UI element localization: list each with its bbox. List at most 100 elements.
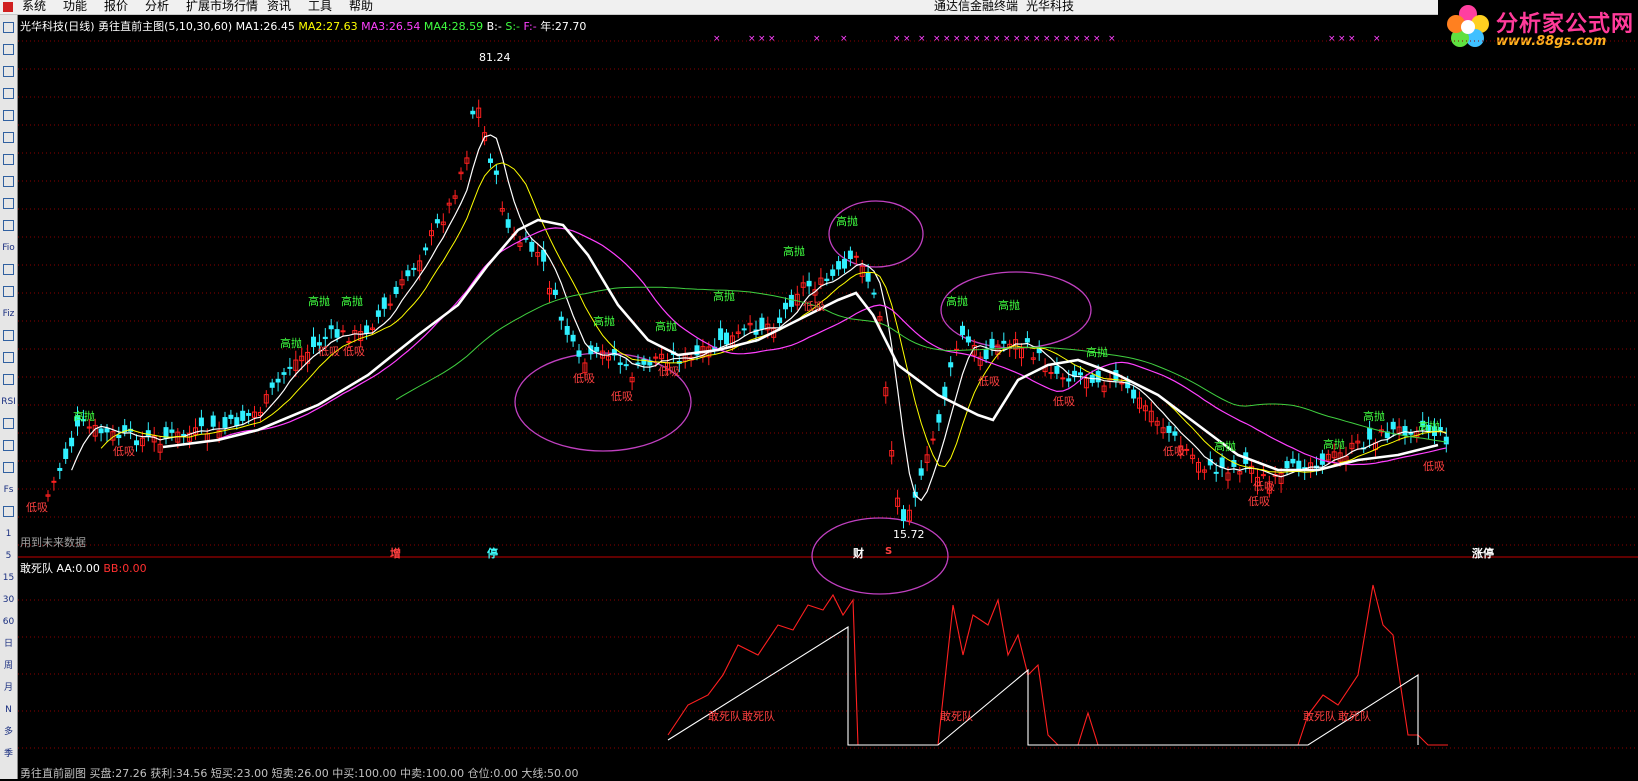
- toolbar-tool-icon[interactable]: [1, 107, 16, 125]
- toolbar-button-32[interactable]: 多: [1, 723, 16, 741]
- toolbar-tool-icon[interactable]: [1, 19, 16, 37]
- kline-chart[interactable]: 高抛高抛高抛 高抛高抛 高抛高抛高抛高抛高抛 高抛高抛高抛 高抛高抛高抛低吸低吸低吸 低吸…: [18, 15, 1638, 779]
- toolbar-button-29[interactable]: 周: [1, 657, 16, 675]
- stock-name: 光华科技(日线): [20, 20, 95, 33]
- toolbar-tool-icon[interactable]: [1, 437, 16, 455]
- toolbar-tool-icon[interactable]: [1, 173, 16, 191]
- candle-body: [51, 480, 57, 483]
- toolbar-tool-icon[interactable]: [1, 41, 16, 59]
- f-value: -: [532, 20, 537, 33]
- candle-body: [69, 437, 75, 447]
- candle-body: [983, 348, 989, 360]
- menu-item-function[interactable]: 功能: [63, 0, 87, 13]
- toolbar-tool-icon[interactable]: [1, 415, 16, 433]
- window-title: 通达信金融终端: [934, 0, 1019, 13]
- team-signal-label: 敢死队: [742, 709, 775, 723]
- menu-item-news[interactable]: 资讯: [267, 0, 291, 13]
- aa-value: 0.00: [75, 562, 100, 575]
- candle-body: [1290, 458, 1296, 464]
- menu-item-analysis[interactable]: 分析: [145, 0, 169, 13]
- toolbar-tool-icon[interactable]: [1, 349, 16, 367]
- toolbar-button-33[interactable]: 季: [1, 745, 16, 763]
- signal-sell-label: 高抛: [341, 294, 363, 308]
- toolbar-button-17[interactable]: RSI: [1, 393, 16, 411]
- candle-body: [901, 509, 906, 522]
- candle-body: [1402, 426, 1408, 436]
- signal-sell-label: 高抛: [73, 409, 95, 423]
- top-signal-mark: ×: [1083, 34, 1091, 44]
- candle-body: [210, 415, 216, 427]
- candle-body: [269, 382, 275, 388]
- signal-buy-label: 低吸: [1053, 395, 1075, 408]
- candle-body: [340, 330, 346, 333]
- toolbar-button-24[interactable]: 5: [1, 547, 16, 565]
- marker-s: S: [885, 546, 893, 557]
- candle-body: [788, 294, 794, 307]
- toolbar-button-21[interactable]: Fs: [1, 481, 16, 499]
- candle-body: [393, 286, 399, 295]
- toolbar-tool-icon[interactable]: [1, 459, 16, 477]
- toolbar-button-26[interactable]: 30: [1, 591, 16, 609]
- toolbar-button-30[interactable]: 月: [1, 679, 16, 697]
- candle-body: [847, 250, 853, 260]
- team-signal-label: 敢死队: [940, 709, 973, 723]
- toolbar-button-27[interactable]: 60: [1, 613, 16, 631]
- signal-buy-label: 低吸: [573, 372, 595, 385]
- aa-line: [667, 626, 1419, 746]
- ma3-label: MA3:: [361, 20, 389, 33]
- top-signal-mark: ×: [1003, 34, 1011, 44]
- toolbar-button-28[interactable]: 日: [1, 635, 16, 653]
- candle-body: [948, 362, 954, 368]
- candle-body: [63, 448, 69, 459]
- high-price-label: 81.24: [479, 51, 511, 64]
- toolbar-button-13[interactable]: Fiz: [1, 305, 16, 323]
- toolbar-tool-icon[interactable]: [1, 195, 16, 213]
- year-label: 年:: [540, 20, 555, 33]
- menu-item-system[interactable]: 系统: [22, 0, 46, 13]
- candle-body: [1048, 371, 1054, 374]
- signal-sell-label: 高抛: [1418, 419, 1440, 433]
- toolbar-tool-icon[interactable]: [1, 85, 16, 103]
- signal-buy-label: 低吸: [803, 300, 825, 313]
- marker-zeng: 增: [390, 547, 401, 560]
- candle-body: [116, 434, 122, 439]
- toolbar-button-23[interactable]: 1: [1, 525, 16, 543]
- top-signal-mark: ×: [768, 34, 776, 44]
- toolbar-button-31[interactable]: N: [1, 701, 16, 719]
- current-stock-title: 光华科技: [1026, 0, 1075, 13]
- top-signal-mark: ×: [1338, 34, 1346, 44]
- toolbar-tool-icon[interactable]: [1, 261, 16, 279]
- top-signal-mark: ×: [758, 34, 766, 44]
- future-data-warning: 用到未来数据: [20, 536, 86, 549]
- toolbar-tool-icon[interactable]: [1, 63, 16, 81]
- candle-body: [842, 258, 847, 269]
- signal-sell-label: 高抛: [308, 294, 330, 308]
- ma3-value: 26.54: [388, 20, 421, 33]
- top-signal-mark: ×: [1053, 34, 1061, 44]
- toolbar-tool-icon[interactable]: [1, 283, 16, 301]
- toolbar-tool-icon[interactable]: [1, 327, 16, 345]
- toolbar-tool-icon[interactable]: [1, 503, 16, 521]
- marker-zhangting: 涨停: [1472, 547, 1494, 560]
- candle-body: [364, 325, 370, 334]
- candle-body: [222, 417, 228, 428]
- toolbar-tool-icon[interactable]: [1, 129, 16, 147]
- team-signal-label: 敢死队: [708, 709, 741, 723]
- candle-body: [635, 362, 641, 365]
- menu-item-quote[interactable]: 报价: [104, 0, 128, 13]
- top-signal-mark: ×: [1073, 34, 1081, 44]
- toolbar-tool-icon[interactable]: [1, 217, 16, 235]
- candle-body: [576, 350, 582, 357]
- toolbar-button-25[interactable]: 15: [1, 569, 16, 587]
- menu-item-tools[interactable]: 工具: [308, 0, 332, 13]
- toolbar-button-10[interactable]: Fio: [1, 239, 16, 257]
- menu-item-extended-market[interactable]: 扩展市场行情: [186, 0, 258, 13]
- signal-sell-label: 高抛: [946, 294, 968, 308]
- toolbar-tool-icon[interactable]: [1, 371, 16, 389]
- candle-body: [470, 110, 476, 115]
- toolbar-tool-icon[interactable]: [1, 151, 16, 169]
- menu-item-help[interactable]: 帮助: [349, 0, 373, 13]
- marker-cai: 财: [853, 547, 864, 560]
- signal-sell-label: 高抛: [836, 214, 858, 228]
- s-value: -: [516, 20, 521, 33]
